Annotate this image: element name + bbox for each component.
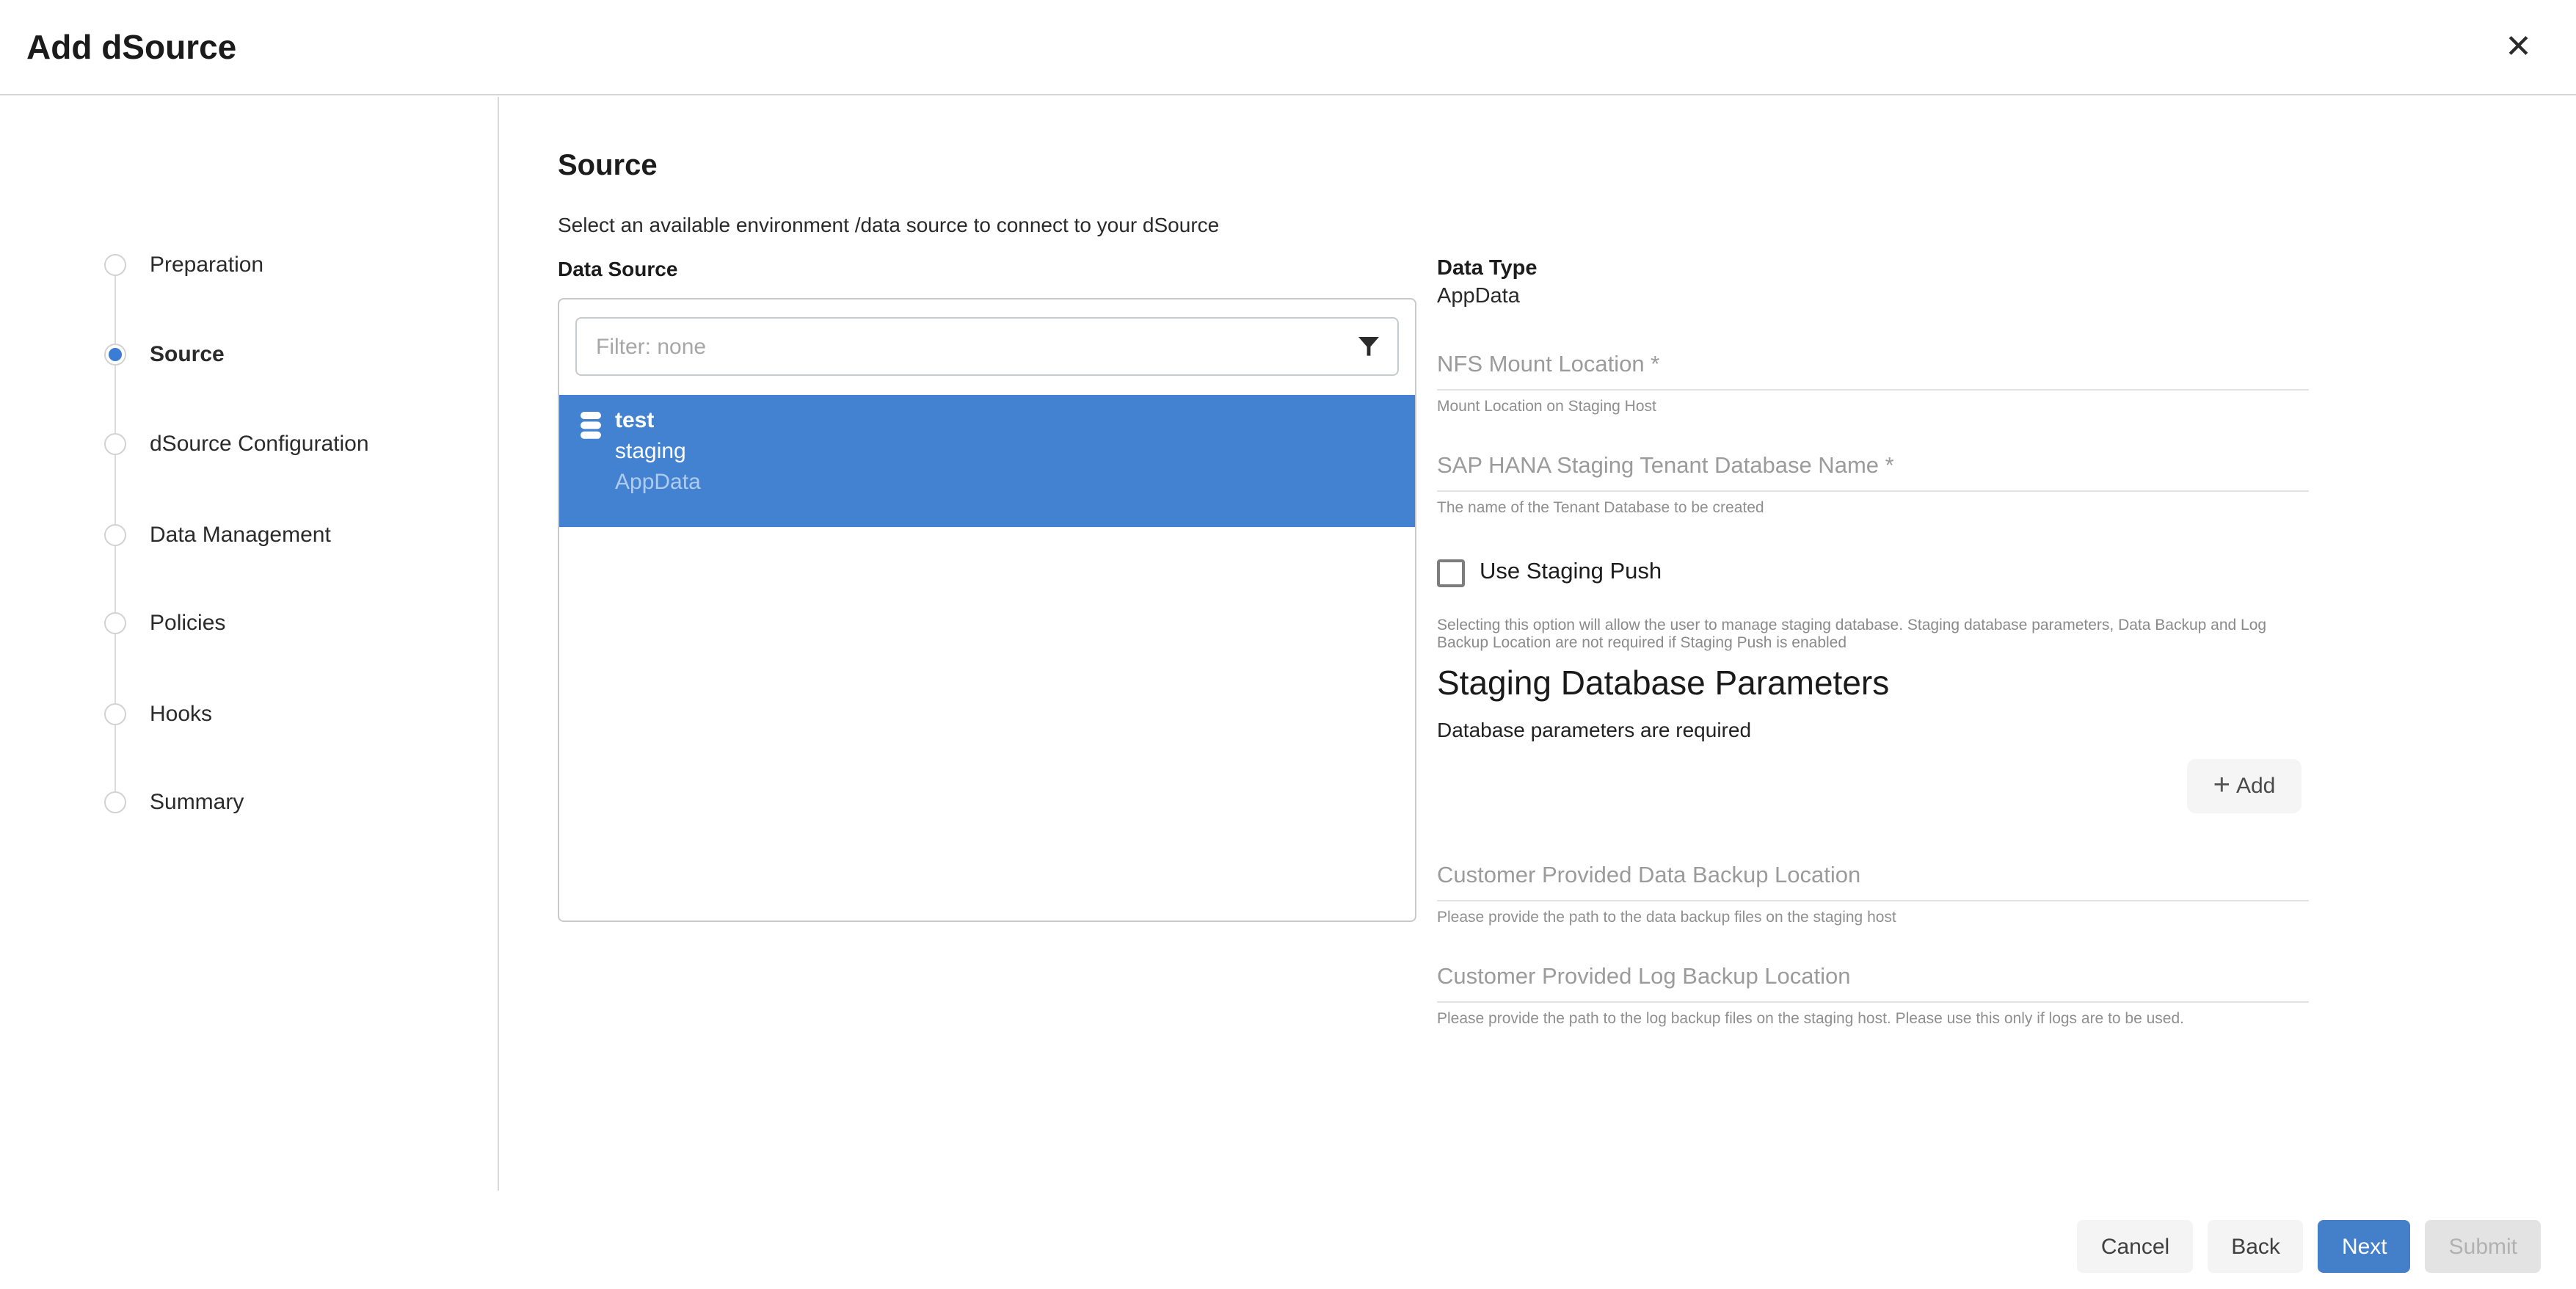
add-button-label: Add (2236, 774, 2275, 799)
step-circle-icon (104, 253, 126, 275)
list-item-text: test staging AppData (615, 405, 701, 498)
dialog-title: Add dSource (26, 27, 236, 67)
data-backup-helper-text: Please provide the path to the data back… (1437, 909, 1896, 926)
step-label: Policies (150, 610, 225, 635)
next-button[interactable]: Next (2318, 1220, 2411, 1273)
tenant-database-helper-text: The name of the Tenant Database to be cr… (1437, 499, 1764, 517)
page-description: Select an available environment /data so… (558, 213, 1219, 236)
step-label: Source (150, 341, 225, 366)
dialog-header: Add dSource ✕ (0, 0, 2576, 95)
data-source-label: Data Source (558, 257, 677, 280)
staging-db-params-heading: Staging Database Parameters (1437, 664, 1889, 703)
back-button[interactable]: Back (2208, 1220, 2304, 1273)
data-backup-location-input[interactable]: Customer Provided Data Backup Location (1437, 863, 1860, 890)
step-label: dSource Configuration (150, 431, 369, 456)
step-dsource-configuration[interactable]: dSource Configuration (104, 427, 369, 460)
page-title: Source (558, 150, 658, 184)
step-label: Summary (150, 789, 244, 814)
input-underline (1437, 389, 2309, 391)
source-environment: staging (615, 436, 701, 467)
database-icon (580, 411, 602, 440)
details-panel: Data Type AppData NFS Mount Location * M… (1437, 97, 2309, 1191)
staging-push-note: Selecting this option will allow the use… (1437, 618, 2309, 652)
nfs-mount-location-input[interactable]: NFS Mount Location * (1437, 352, 1659, 379)
add-parameter-button[interactable]: + Add (2187, 759, 2302, 813)
data-source-listbox: test staging AppData (558, 298, 1416, 922)
log-backup-helper-text: Please provide the path to the log backu… (1437, 1010, 2184, 1028)
step-preparation[interactable]: Preparation (104, 248, 263, 280)
plus-icon: + (2213, 770, 2230, 799)
step-label: Hooks (150, 701, 212, 726)
use-staging-push-label: Use Staging Push (1480, 559, 1662, 586)
log-backup-location-input[interactable]: Customer Provided Log Backup Location (1437, 965, 1851, 991)
source-name: test (615, 405, 701, 436)
tenant-database-name-input[interactable]: SAP HANA Staging Tenant Database Name * (1437, 454, 1894, 480)
step-circle-active-icon (104, 343, 126, 365)
data-type-value: AppData (1437, 285, 1520, 308)
data-source-list-item-selected[interactable]: test staging AppData (559, 395, 1415, 527)
step-source[interactable]: Source (104, 338, 225, 370)
submit-button[interactable]: Submit (2426, 1220, 2541, 1273)
source-data-type: AppData (615, 467, 701, 498)
step-label: Preparation (150, 252, 263, 277)
data-type-label: Data Type (1437, 257, 1537, 280)
step-circle-icon (104, 432, 126, 454)
use-staging-push-checkbox[interactable] (1437, 559, 1465, 587)
step-hooks[interactable]: Hooks (104, 697, 212, 730)
step-data-management[interactable]: Data Management (104, 518, 331, 551)
step-policies[interactable]: Policies (104, 606, 225, 639)
step-label: Data Management (150, 522, 331, 547)
funnel-icon (1358, 336, 1380, 357)
step-summary[interactable]: Summary (104, 785, 244, 818)
staging-db-params-subtext: Database parameters are required (1437, 718, 1751, 741)
cancel-button[interactable]: Cancel (2078, 1220, 2193, 1273)
step-circle-icon (104, 611, 126, 633)
step-circle-icon (104, 702, 126, 725)
nfs-mount-helper-text: Mount Location on Staging Host (1437, 398, 1656, 415)
input-underline (1437, 900, 2309, 901)
wizard-steps-sidebar: Preparation Source dSource Configuration… (0, 97, 499, 1191)
close-icon[interactable]: ✕ (2499, 25, 2538, 69)
use-staging-push-row: Use Staging Push (1437, 558, 1662, 587)
input-underline (1437, 1001, 2309, 1003)
filter-input[interactable] (575, 317, 1399, 376)
add-dsource-dialog: Add dSource ✕ Preparation Source dSource… (0, 0, 2576, 1289)
step-circle-icon (104, 791, 126, 813)
footer-actions: Cancel Back Next Submit (2078, 1220, 2541, 1273)
step-circle-icon (104, 523, 126, 545)
input-underline (1437, 490, 2309, 492)
